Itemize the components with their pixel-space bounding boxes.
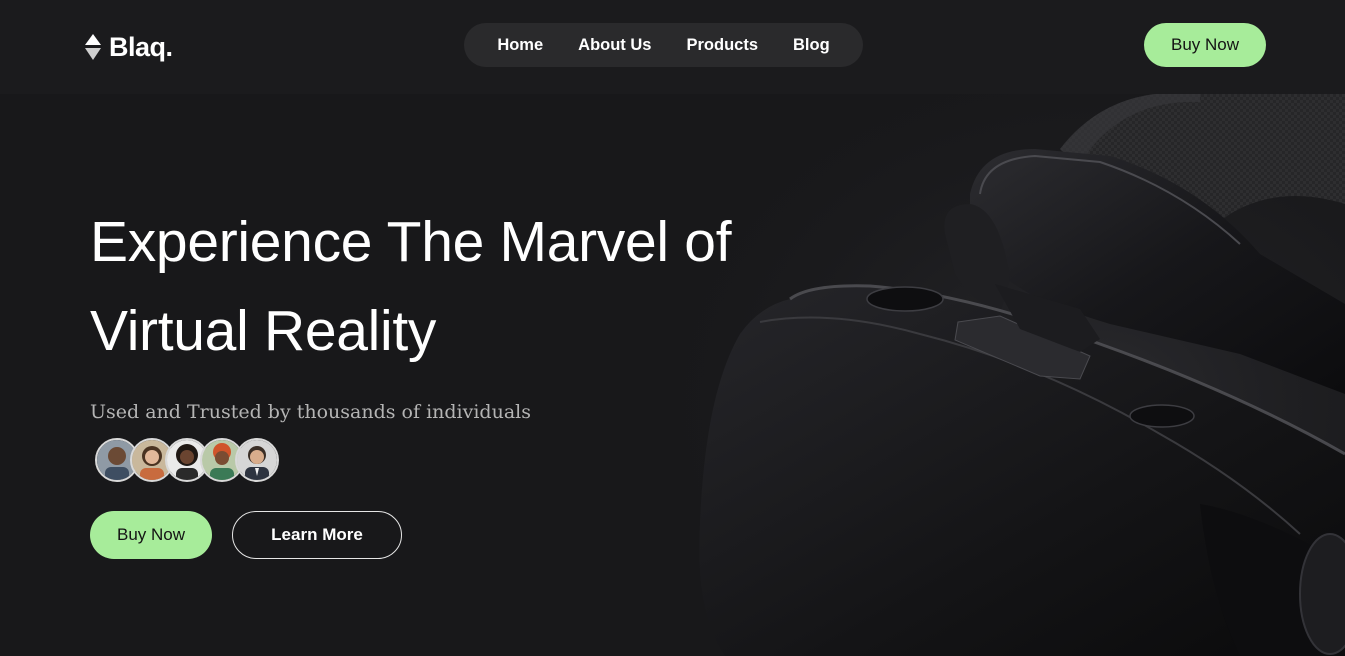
hero-title-line-1: Experience The Marvel of [90, 210, 732, 274]
avatar [235, 438, 279, 482]
main-nav: Home About Us Products Blog [464, 23, 863, 67]
hero-learn-more-button[interactable]: Learn More [232, 511, 402, 559]
hero-subtitle: Used and Trusted by thousands of individ… [90, 401, 531, 423]
landing-page: Blaq. Home About Us Products Blog Buy No… [0, 0, 1345, 656]
nav-home[interactable]: Home [497, 36, 543, 55]
brand-name: Blaq. [109, 31, 173, 62]
header-buy-now-button[interactable]: Buy Now [1144, 23, 1266, 67]
brand-logo[interactable]: Blaq. [84, 30, 173, 64]
hero-title: Experience The Marvel of Virtual Reality [90, 198, 830, 376]
nav-about-us[interactable]: About Us [578, 36, 651, 55]
nav-products[interactable]: Products [686, 36, 758, 55]
site-header: Blaq. Home About Us Products Blog Buy No… [0, 0, 1345, 94]
avatar-group [95, 438, 279, 482]
diamond-arrows-icon [85, 34, 101, 60]
nav-blog[interactable]: Blog [793, 36, 830, 55]
hero-title-line-2: Virtual Reality [90, 299, 437, 363]
hero-buy-now-button[interactable]: Buy Now [90, 511, 212, 559]
